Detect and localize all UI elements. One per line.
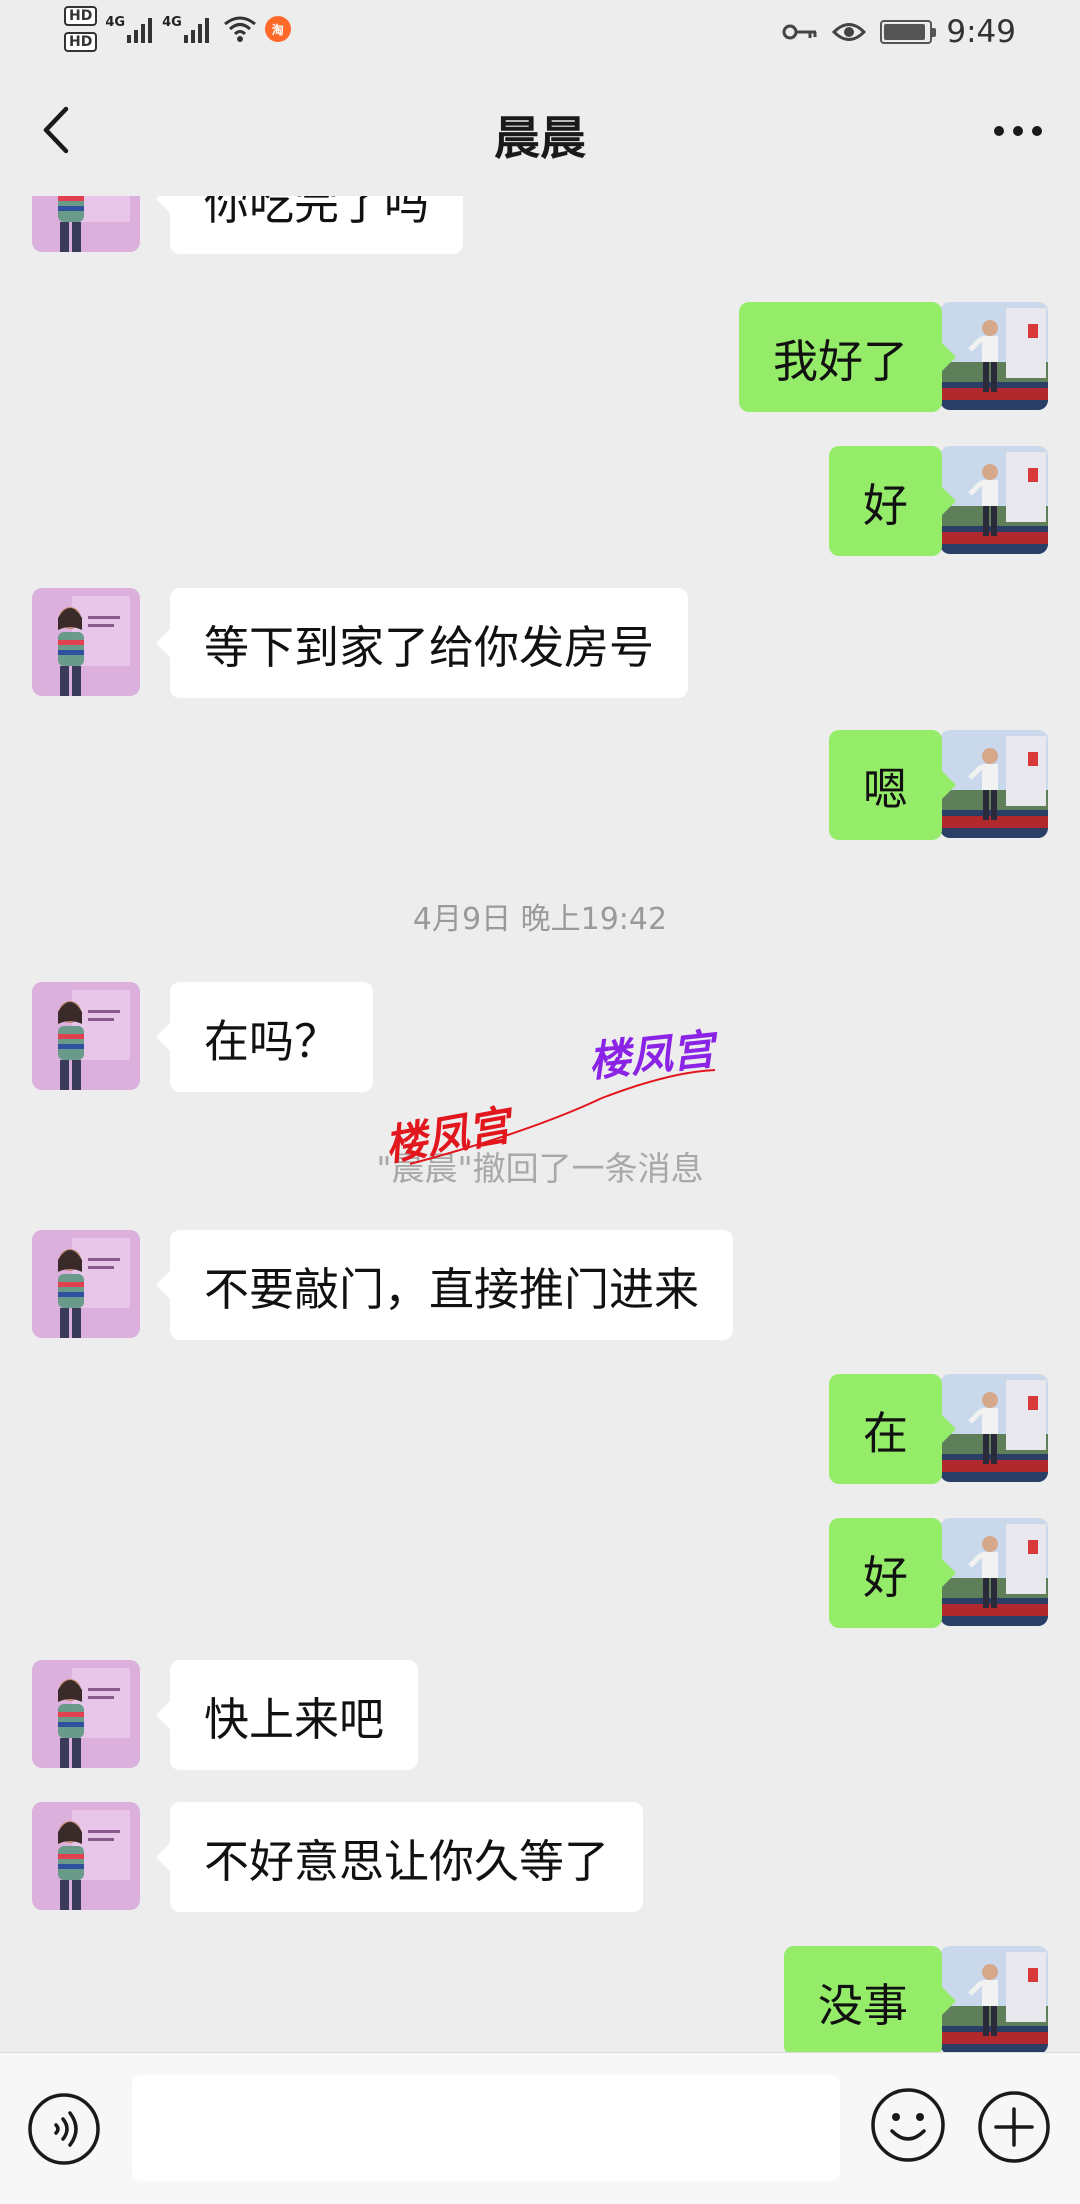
contact-avatar-image [32,1660,140,1768]
emoji-icon [871,2088,945,2162]
message-row: 嗯 [0,730,1080,842]
voice-icon [28,2093,100,2165]
plus-icon [978,2091,1050,2163]
message-row: 在 [0,1374,1080,1486]
hd-badge-1: HD [64,6,98,26]
outgoing-bubble[interactable]: 好 [828,1518,957,1628]
message-row: 不好意思让你久等了 [0,1802,1080,1914]
contact-avatar[interactable] [32,982,140,1090]
status-right: 9:49 [782,14,1016,50]
my-avatar-image [940,1518,1048,1626]
contact-avatar[interactable] [32,588,140,696]
message-input[interactable] [132,2075,840,2181]
recall-notice: "晨晨"撤回了一条消息 [376,1149,704,1188]
input-bar [0,2052,1080,2204]
hd-stack: HD HD [64,6,98,52]
incoming-bubble[interactable]: 在吗？ [155,982,374,1092]
battery-icon [880,20,937,44]
hd-badge-2: HD [64,32,98,52]
incoming-bubble[interactable]: 不好意思让你久等了 [155,1802,644,1912]
my-avatar-image [940,730,1048,838]
message-row: 好 [0,1518,1080,1630]
my-avatar-image [940,1374,1048,1482]
chat-title: 晨晨 [494,111,586,165]
emoji-button[interactable] [868,2085,948,2165]
my-avatar[interactable] [940,730,1048,838]
voice-button[interactable] [26,2091,102,2167]
more-dot [1032,126,1042,136]
message-row: 在吗？ [0,982,1080,1094]
timestamp-separator: 4月9日 晚上19:42 [412,902,668,937]
message-row: 好 [0,446,1080,558]
contact-avatar[interactable] [32,196,140,252]
incoming-bubble[interactable]: 不要敲门，直接推门进来 [155,1230,734,1340]
outgoing-bubble[interactable]: 在 [828,1374,957,1484]
my-avatar-image [940,302,1048,410]
more-button[interactable] [986,106,1050,156]
more-functions-button[interactable] [976,2089,1052,2165]
my-avatar-image [940,446,1048,554]
contact-avatar[interactable] [32,1802,140,1910]
status-left: HD HD 4G 4G 淘 [64,6,291,52]
my-avatar-image [940,1946,1048,2052]
network-type-1: 4G [105,15,126,30]
key-icon [782,24,817,40]
outgoing-bubble[interactable]: 嗯 [828,730,957,840]
status-bar: HD HD 4G 4G 淘 9:49 [0,0,1080,64]
signal-bars-icon [183,15,209,43]
my-avatar[interactable] [940,1374,1048,1482]
contact-avatar-image [32,196,140,252]
contact-avatar-image [32,982,140,1090]
message-row: 我好了 [0,302,1080,414]
my-avatar[interactable] [940,1518,1048,1626]
contact-avatar-image [32,588,140,696]
contact-avatar[interactable] [32,1230,140,1338]
message-row: 快上来吧 [0,1660,1080,1772]
chat-area[interactable]: 你吃完了吗 我好了 好 等下到家了给你发房号 嗯 4月9日 晚上19:42 在吗… [0,196,1080,2052]
signal-1: 4G [105,15,153,43]
signal-2: 4G [162,15,209,43]
outgoing-bubble[interactable]: 我好了 [738,302,957,412]
incoming-bubble[interactable]: 等下到家了给你发房号 [155,588,689,698]
signal-bars-icon [127,15,153,43]
status-time: 9:49 [946,14,1016,50]
more-dot [994,126,1004,136]
message-row: 等下到家了给你发房号 [0,588,1080,700]
message-row: 你吃完了吗 [0,196,1080,256]
my-avatar[interactable] [940,1946,1048,2052]
message-row: 没事 [0,1946,1080,2052]
contact-avatar-image [32,1802,140,1910]
my-avatar[interactable] [940,446,1048,554]
message-row: 不要敲门，直接推门进来 [0,1230,1080,1342]
outgoing-bubble[interactable]: 没事 [783,1946,957,2052]
nav-bar: 晨晨 [0,64,1080,196]
taobao-app-icon: 淘 [264,16,291,42]
contact-avatar[interactable] [32,1660,140,1768]
my-avatar[interactable] [940,302,1048,410]
contact-avatar-image [32,1230,140,1338]
incoming-bubble[interactable]: 你吃完了吗 [155,196,464,254]
wifi-icon [223,16,256,42]
outgoing-bubble[interactable]: 好 [828,446,957,556]
more-dot [1013,126,1023,136]
eye-icon [832,23,867,41]
incoming-bubble[interactable]: 快上来吧 [155,1660,419,1770]
network-type-2: 4G [162,15,182,30]
